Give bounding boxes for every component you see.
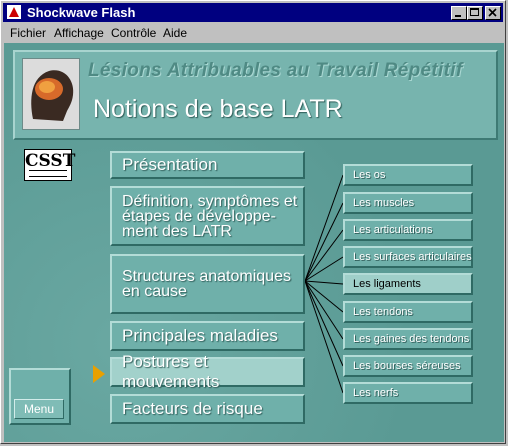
sub-ligaments[interactable]: Les ligaments [343, 273, 473, 295]
minimize-button[interactable] [451, 6, 467, 20]
flash-content: Lésions Attribuables au Travail Répétiti… [4, 43, 504, 442]
close-icon [488, 8, 497, 17]
app-window: Shockwave Flash Fichier Affichage Contrô… [0, 0, 506, 444]
shockwave-icon [7, 5, 21, 19]
menu-button[interactable]: Menu [14, 399, 64, 419]
menu-affichage[interactable]: Affichage [54, 26, 104, 40]
nav-facteurs-risque[interactable]: Facteurs de risque [110, 394, 305, 424]
nav-structures[interactable]: Structures anatomiques en cause [110, 254, 305, 314]
sub-nerfs[interactable]: Les nerfs [343, 382, 473, 404]
maximize-button[interactable] [467, 6, 483, 20]
nav-principales-maladies[interactable]: Principales maladies [110, 321, 305, 351]
menu-fichier[interactable]: Fichier [10, 26, 46, 40]
menu-bar: Fichier Affichage Contrôle Aide [3, 23, 503, 43]
close-button[interactable] [485, 6, 501, 20]
nav-postures[interactable]: Postures et mouvements [110, 352, 305, 391]
sub-articulations[interactable]: Les articulations [343, 219, 473, 241]
sub-os[interactable]: Les os [343, 164, 473, 186]
nav-definition[interactable]: Définition, symptômes et étapes de dével… [110, 186, 305, 246]
sub-bourses-sereuses[interactable]: Les bourses séreuses [343, 355, 473, 377]
selection-arrow-icon [93, 365, 105, 383]
nav-presentation[interactable]: Présentation [110, 151, 305, 179]
sub-muscles[interactable]: Les muscles [343, 192, 473, 214]
sub-gaines-tendons[interactable]: Les gaines des tendons [343, 328, 473, 350]
maximize-icon [470, 8, 479, 16]
menu-controle[interactable]: Contrôle [111, 26, 156, 40]
sub-tendons[interactable]: Les tendons [343, 301, 473, 323]
title-bar: Shockwave Flash [3, 3, 503, 22]
window-title: Shockwave Flash [27, 5, 136, 20]
minimize-icon [455, 15, 461, 17]
sub-surfaces-articulaires[interactable]: Les surfaces articulaires [343, 246, 473, 268]
menu-aide[interactable]: Aide [163, 26, 187, 40]
